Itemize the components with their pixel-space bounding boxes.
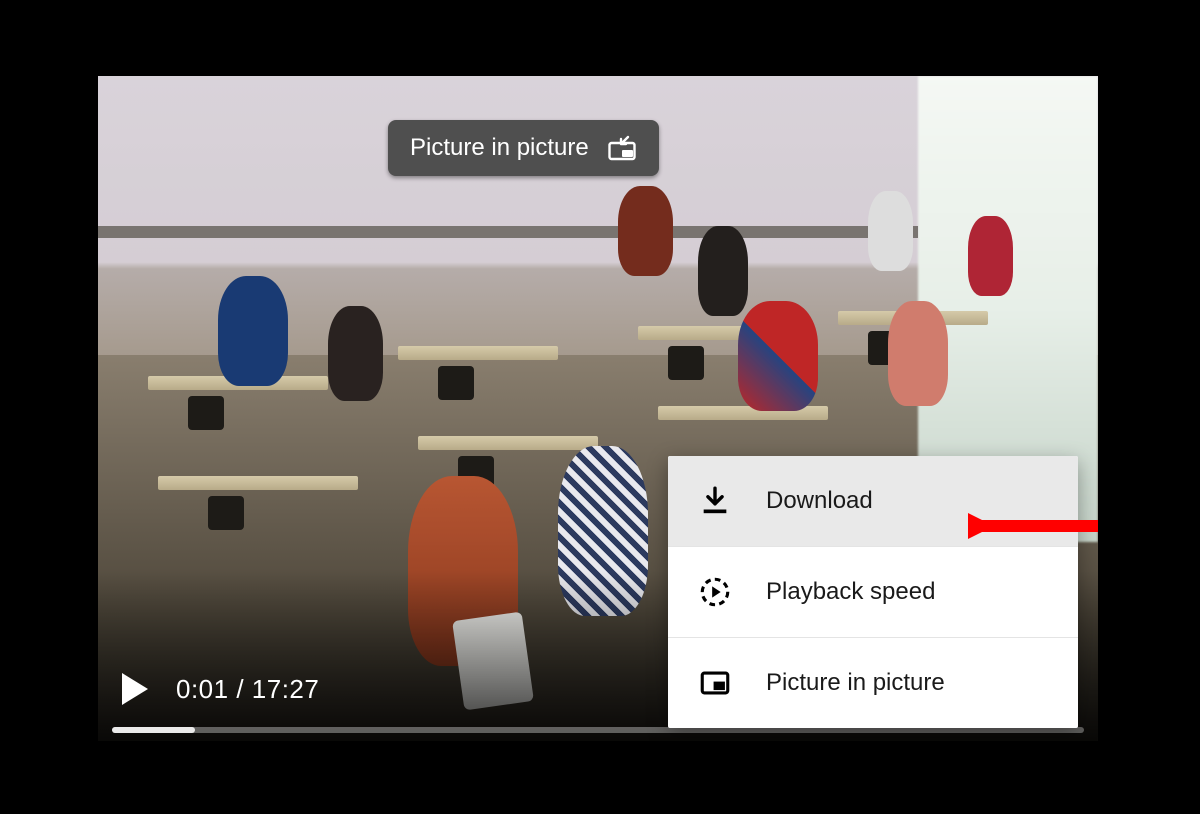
menu-item-label: Picture in picture [766,669,945,697]
pip-tooltip[interactable]: Picture in picture [388,120,659,176]
pip-enter-icon [607,135,637,161]
menu-item-label: Download [766,487,873,515]
duration: 17:27 [252,674,320,704]
current-time: 0:01 [176,674,229,704]
download-icon [698,484,732,518]
menu-item-playback-speed[interactable]: Playback speed [668,546,1078,637]
menu-item-label: Playback speed [766,578,935,606]
time-separator: / [229,674,252,704]
player-controls: 0:01 / 17:27 [122,673,319,705]
progress-bar-played [112,727,195,733]
menu-item-download[interactable]: Download [668,456,1078,546]
pip-icon [698,666,732,700]
timecode: 0:01 / 17:27 [176,674,319,705]
pip-tooltip-label: Picture in picture [410,134,589,162]
playback-speed-icon [698,575,732,609]
video-player[interactable]: Picture in picture 0:01 / 17:27 Download [98,76,1098,741]
menu-item-pip[interactable]: Picture in picture [668,637,1078,728]
player-context-menu: Download Playback speed Picture in pictu… [668,456,1078,728]
play-button[interactable] [122,673,148,705]
